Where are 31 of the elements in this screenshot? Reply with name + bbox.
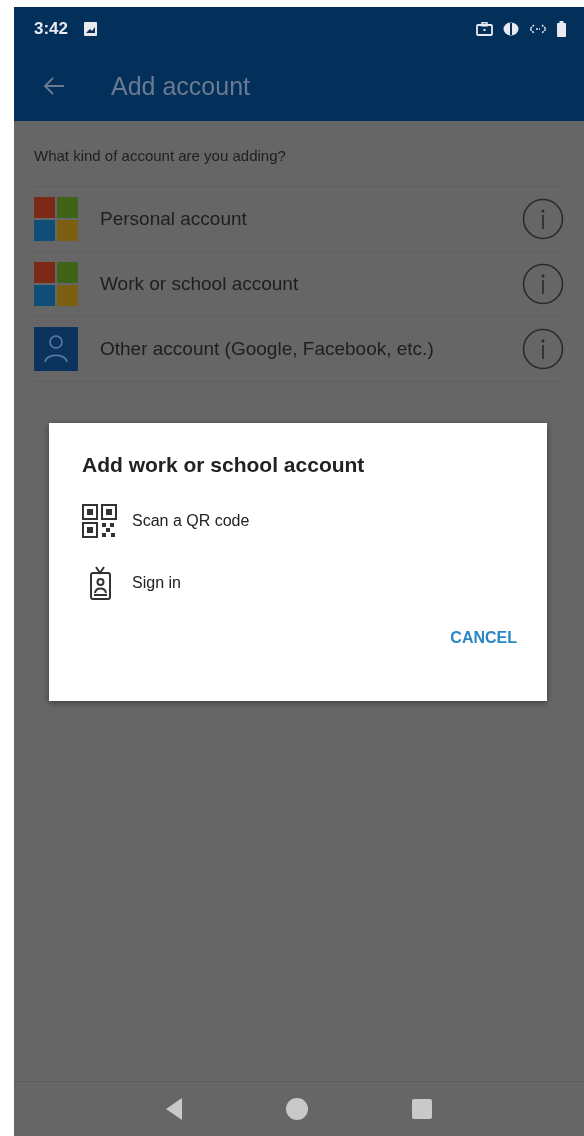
four-squares-logo	[34, 197, 78, 241]
info-icon[interactable]	[522, 198, 564, 240]
account-option[interactable]: Other account (Google, Facebook, etc.)	[34, 317, 564, 382]
home-circle-icon[interactable]	[285, 1097, 309, 1121]
dialog-title: Add work or school account	[82, 453, 366, 477]
account-option[interactable]: Work or school account	[34, 252, 564, 317]
overview-square-icon[interactable]	[412, 1099, 433, 1119]
data-saver-icon	[503, 22, 519, 36]
prompt-text: What kind of account are you adding?	[34, 147, 287, 164]
qr-code-icon	[82, 504, 118, 538]
code-arrows-icon	[529, 23, 547, 35]
option-label: Scan a QR code	[132, 512, 250, 530]
account-label: Work or school account	[100, 273, 300, 295]
back-arrow-icon[interactable]	[42, 76, 66, 96]
info-icon[interactable]	[522, 263, 564, 305]
account-label: Other account (Google, Facebook, etc.)	[100, 338, 435, 360]
back-triangle-icon[interactable]	[165, 1098, 182, 1120]
cancel-button[interactable]: CANCEL	[448, 623, 519, 653]
dialog-option[interactable]: Scan a QR code	[82, 499, 519, 543]
notification-icon	[84, 22, 98, 36]
person-icon	[34, 327, 78, 371]
screen-title: Add account	[111, 71, 250, 101]
account-label: Personal account	[100, 208, 248, 230]
info-icon[interactable]	[522, 328, 564, 370]
battery-icon	[557, 21, 566, 37]
account-option[interactable]: Personal account	[34, 187, 564, 252]
clock-time: 3:42	[34, 19, 69, 39]
dialog-option[interactable]: Sign in	[82, 561, 519, 605]
briefcase-icon	[476, 22, 493, 36]
option-label: Sign in	[132, 574, 181, 592]
four-squares-logo	[34, 262, 78, 306]
